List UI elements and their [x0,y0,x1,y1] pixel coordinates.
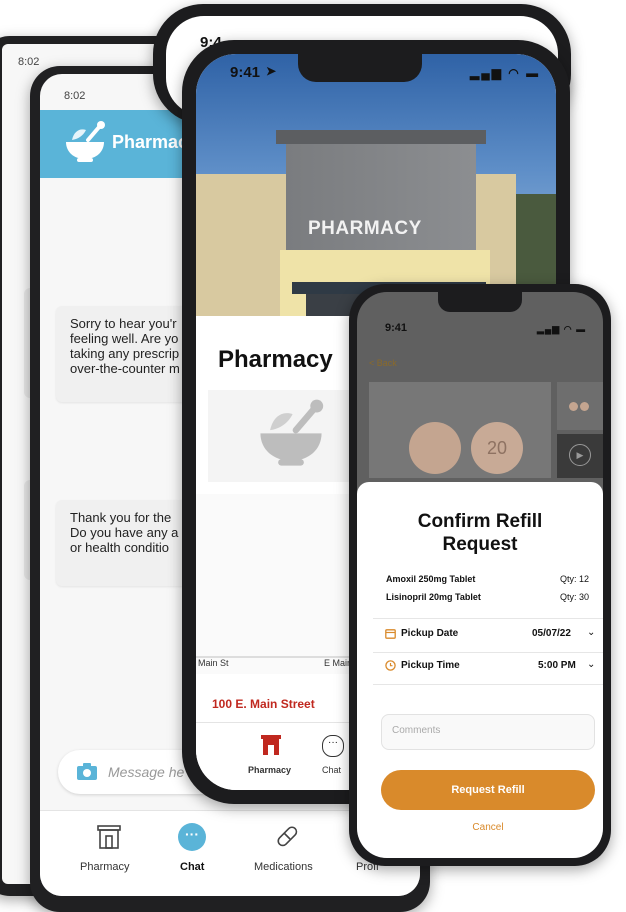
signal-wifi-battery-icon: ▂▄▆ ◠ ▬ [470,66,541,80]
tab-pharmacy[interactable]: Pharmacy [248,765,291,775]
chat-bubble-icon: ··· [322,735,344,757]
sheet-title-line-1: Confirm Refill [417,511,543,532]
message-placeholder: Message he [108,764,185,780]
cancel-link[interactable]: Cancel [357,822,603,833]
pharmacy-address[interactable]: 100 E. Main Street [212,697,315,711]
chevron-down-icon: ⌄ [587,627,596,638]
mortar-pestle-icon [66,121,105,162]
page-title: Pharmacy [218,346,333,373]
mortar-pestle-icon [260,399,324,466]
pickup-time-value: 5:00 PM [538,660,576,671]
thumbnail-pills[interactable] [557,382,603,430]
map-label-main-st: Main St [198,658,229,668]
sheet-title-line-2: Request [442,534,518,555]
pickup-time-row[interactable]: Pickup Time 5:00 PM ⌄ [357,654,603,682]
divider [373,652,603,653]
calendar-icon [385,629,396,639]
pickup-date-row[interactable]: Pickup Date 05/07/22 ⌄ [357,622,603,650]
divider [373,684,603,685]
refill-phone-notch [438,292,522,312]
medication-qty: Qty: 30 [559,592,589,602]
comments-input[interactable]: Comments [381,714,595,750]
camera-icon[interactable] [76,763,98,781]
pill-photo: 20 [369,382,551,478]
thumbnail-pill-dot-right [580,402,589,411]
pharmacy-logo-card [208,390,368,482]
thumbnail-video[interactable]: ▶ [557,434,603,478]
pharmacy-building-photo: PHARMACY [196,54,556,316]
divider [373,618,603,619]
map-label-e-main: E Main [324,658,353,668]
back-link[interactable]: < Back [369,358,397,368]
sheet-title: Confirm Refill Request [357,510,603,556]
request-refill-button[interactable]: Request Refill [381,770,595,810]
pharmacy-store-icon [261,735,281,755]
pickup-date-label: Pickup Date [401,628,459,639]
pharmacy-store-icon [97,825,121,849]
tab-chat[interactable]: Chat [322,765,341,775]
navigation-arrow-icon: ➤ [266,64,277,78]
pill-tablet-left [409,422,461,474]
medication-name: Lisinopril 20mg Tablet [386,592,481,602]
status-time: 8:02 [18,56,40,68]
tab-medications[interactable]: Medications [254,861,313,873]
pill-tablet-right: 20 [471,422,523,474]
pickup-date-value: 05/07/22 [532,628,571,639]
building-roof [276,130,486,144]
tab-pharmacy[interactable]: Pharmacy [80,861,130,873]
pharmacy-phone-notch [298,54,422,82]
refill-screen: 9:41 ▂▄▆ ◠ ▬ < Back 20 ▶ Confirm Refill … [357,292,603,858]
pill-icon [277,826,298,847]
refill-sheet: Confirm Refill Request Amoxil 250mg Tabl… [357,482,603,858]
clock-icon [385,660,396,671]
comments-placeholder: Comments [392,725,441,736]
status-time: 9:41 [385,322,408,334]
medication-qty: Qty: 12 [559,574,589,584]
chevron-down-icon: ⌄ [587,659,596,670]
pickup-time-label: Pickup Time [401,660,460,671]
medication-name: Amoxil 250mg Tablet [386,574,476,584]
pharmacy-sign: PHARMACY [308,218,422,239]
status-time: 9:41 [230,64,261,81]
tab-chat[interactable]: Chat [180,861,204,873]
play-icon: ▶ [569,444,591,466]
thumbnail-pill-dot-left [569,402,578,411]
chat-bubble-icon: ··· [178,823,206,851]
signal-wifi-battery-icon: ▂▄▆ ◠ ▬ [537,324,587,334]
status-time: 8:02 [64,90,86,102]
